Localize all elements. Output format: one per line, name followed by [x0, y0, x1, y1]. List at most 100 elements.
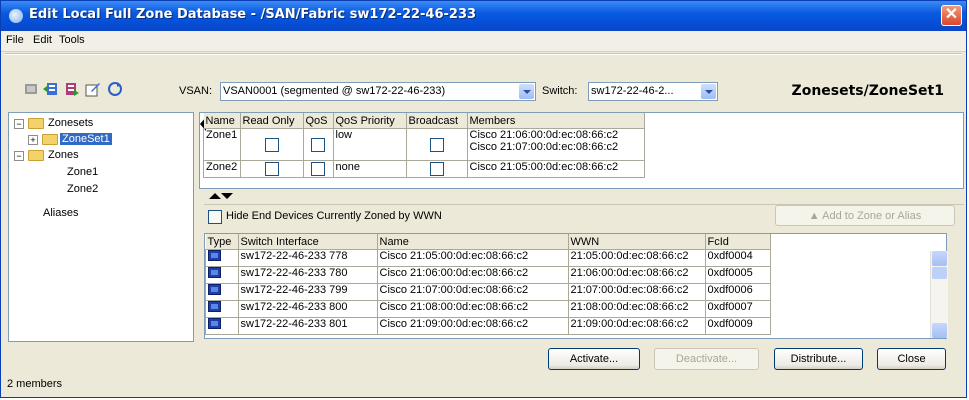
- fcid: 0xdf0007: [704, 300, 771, 318]
- devices-scrollbar[interactable]: [930, 251, 948, 338]
- menu-edit[interactable]: Edit: [33, 34, 52, 46]
- col-device-name[interactable]: Name: [377, 234, 569, 250]
- col-read-only[interactable]: Read Only: [240, 113, 304, 129]
- menu-tools[interactable]: Tools: [59, 34, 85, 46]
- col-switch-interface[interactable]: Switch Interface: [238, 234, 378, 250]
- switch-interface: sw172-22-46-233 799: [237, 283, 378, 301]
- device-name: Cisco 21:08:00:0d:ec:08:66:c2: [376, 300, 569, 318]
- menu-file[interactable]: File: [6, 34, 24, 46]
- deactivate-button[interactable]: Deactivate...: [654, 348, 759, 370]
- fcid: 0xdf0009: [704, 317, 771, 335]
- qos-priority[interactable]: low: [332, 128, 407, 161]
- switch-value: sw172-22-46-2...: [591, 85, 674, 97]
- scroll-thumb[interactable]: [932, 267, 947, 279]
- zone-name: Zone2: [203, 160, 241, 178]
- title-bar[interactable]: Edit Local Full Zone Database - /SAN/Fab…: [1, 1, 966, 31]
- table-row[interactable]: sw172-22-46-233 801 Cisco 21:09:00:0d:ec…: [205, 317, 771, 335]
- zones-table: Name Read Only QoS QoS Priority Broadcas…: [199, 112, 964, 189]
- insert-zone-icon[interactable]: [63, 81, 79, 97]
- member: Cisco 21:07:00:0d:ec:08:66:c2: [469, 141, 619, 153]
- chevron-down-icon[interactable]: [701, 84, 716, 99]
- arrow-up-icon: ▲: [808, 210, 820, 222]
- qos-priority[interactable]: none: [332, 160, 407, 178]
- switch-label: Switch:: [542, 85, 578, 97]
- table-row[interactable]: sw172-22-46-233 799 Cisco 21:07:00:0d:ec…: [205, 283, 771, 301]
- table-row[interactable]: Zone2 none Cisco 21:05:00:0d:ec:08:66:c2: [203, 160, 645, 178]
- refresh-icon[interactable]: [107, 81, 123, 97]
- member: Cisco 21:06:00:0d:ec:08:66:c2: [469, 129, 619, 141]
- close-window-button[interactable]: ✕: [941, 5, 962, 26]
- qos-checkbox[interactable]: [311, 137, 325, 152]
- wwn: 21:05:00:0d:ec:08:66:c2: [567, 249, 706, 267]
- device-name: Cisco 21:05:00:0d:ec:08:66:c2: [376, 249, 569, 267]
- col-broadcast[interactable]: Broadcast: [406, 113, 468, 129]
- splitter-arrows-icon[interactable]: [209, 192, 233, 200]
- tree-label: Zones: [48, 149, 79, 161]
- page-title: Zonesets/ZoneSet1: [791, 83, 944, 99]
- tree-item-aliases[interactable]: Aliases: [43, 207, 78, 219]
- read-only-checkbox[interactable]: [264, 162, 279, 176]
- hide-zoned-checkbox[interactable]: [208, 210, 222, 224]
- wwn: 21:06:00:0d:ec:08:66:c2: [567, 266, 706, 284]
- host-icon: [208, 318, 221, 329]
- table-row[interactable]: Zone1 low Cisco 21:06:00:0d:ec:08:66:c2 …: [203, 128, 645, 161]
- distribute-button[interactable]: Distribute...: [774, 348, 863, 370]
- edit-icon[interactable]: [85, 81, 101, 97]
- add-to-zone-button[interactable]: ▲ Add to Zone or Alias: [775, 205, 955, 226]
- col-qos-priority[interactable]: QoS Priority: [333, 113, 407, 129]
- folder-icon: [28, 150, 44, 161]
- switch-interface: sw172-22-46-233 801: [237, 317, 378, 335]
- scroll-down-icon[interactable]: [932, 323, 947, 338]
- vsan-select[interactable]: VSAN0001 (segmented @ sw172-22-46-233): [220, 82, 536, 101]
- app-icon: [9, 9, 23, 23]
- qos-checkbox[interactable]: [311, 162, 325, 176]
- zone-tree: − Zonesets + ZoneSet1 − Zones Zone1 Zone…: [8, 112, 194, 342]
- chevron-down-icon[interactable]: [519, 84, 534, 99]
- device-filter-bar: Hide End Devices Currently Zoned by WWN …: [204, 204, 964, 229]
- member: Cisco 21:05:00:0d:ec:08:66:c2: [469, 161, 619, 173]
- vsan-label: VSAN:: [179, 85, 213, 97]
- activate-button[interactable]: Activate...: [548, 348, 640, 370]
- fcid: 0xdf0006: [704, 283, 771, 301]
- window-title: Edit Local Full Zone Database - /SAN/Fab…: [29, 7, 477, 22]
- table-row[interactable]: sw172-22-46-233 780 Cisco 21:06:00:0d:ec…: [205, 266, 771, 284]
- broadcast-checkbox[interactable]: [429, 162, 444, 176]
- col-qos[interactable]: QoS: [303, 113, 334, 129]
- col-type[interactable]: Type: [205, 234, 239, 250]
- col-members[interactable]: Members: [467, 113, 645, 129]
- switch-interface: sw172-22-46-233 780: [237, 266, 378, 284]
- vsan-value: VSAN0001 (segmented @ sw172-22-46-233): [223, 85, 446, 97]
- collapse-icon[interactable]: −: [14, 119, 24, 129]
- table-row[interactable]: sw172-22-46-233 800 Cisco 21:08:00:0d:ec…: [205, 300, 771, 318]
- fcid: 0xdf0004: [704, 249, 771, 267]
- insert-zoneset-icon[interactable]: [42, 81, 58, 97]
- col-fcid[interactable]: FcId: [705, 234, 771, 250]
- wwn: 21:08:00:0d:ec:08:66:c2: [567, 300, 706, 318]
- zone-name: Zone1: [203, 128, 241, 161]
- members-cell: Cisco 21:06:00:0d:ec:08:66:c2 Cisco 21:0…: [466, 128, 645, 161]
- status-text: 2 members: [7, 378, 63, 390]
- devices-table: Type Switch Interface Name WWN FcId sw17…: [204, 233, 947, 339]
- switch-select[interactable]: sw172-22-46-2...: [588, 82, 718, 101]
- delete-icon[interactable]: [23, 81, 39, 97]
- menu-bar: File Edit Tools: [1, 31, 966, 52]
- table-row[interactable]: sw172-22-46-233 778 Cisco 21:05:00:0d:ec…: [205, 249, 771, 267]
- col-name[interactable]: Name: [203, 113, 241, 129]
- wwn: 21:09:00:0d:ec:08:66:c2: [567, 317, 706, 335]
- folder-icon: [28, 118, 44, 129]
- zone-database-window: Edit Local Full Zone Database - /SAN/Fab…: [0, 0, 967, 398]
- fcid: 0xdf0005: [704, 266, 771, 284]
- col-wwn[interactable]: WWN: [568, 234, 706, 250]
- members-cell: Cisco 21:05:00:0d:ec:08:66:c2: [466, 160, 645, 178]
- tree-item-zone2[interactable]: Zone2: [67, 183, 98, 195]
- read-only-checkbox[interactable]: [264, 137, 279, 152]
- switch-interface: sw172-22-46-233 778: [237, 249, 378, 267]
- tree-item-zone1[interactable]: Zone1: [67, 166, 98, 178]
- scroll-up-icon[interactable]: [932, 251, 947, 266]
- menu-separator: [5, 53, 962, 55]
- collapse-icon[interactable]: −: [14, 151, 24, 161]
- close-button[interactable]: Close: [877, 348, 946, 370]
- switch-interface: sw172-22-46-233 800: [237, 300, 378, 318]
- broadcast-checkbox[interactable]: [429, 137, 444, 152]
- expand-icon[interactable]: +: [28, 135, 38, 145]
